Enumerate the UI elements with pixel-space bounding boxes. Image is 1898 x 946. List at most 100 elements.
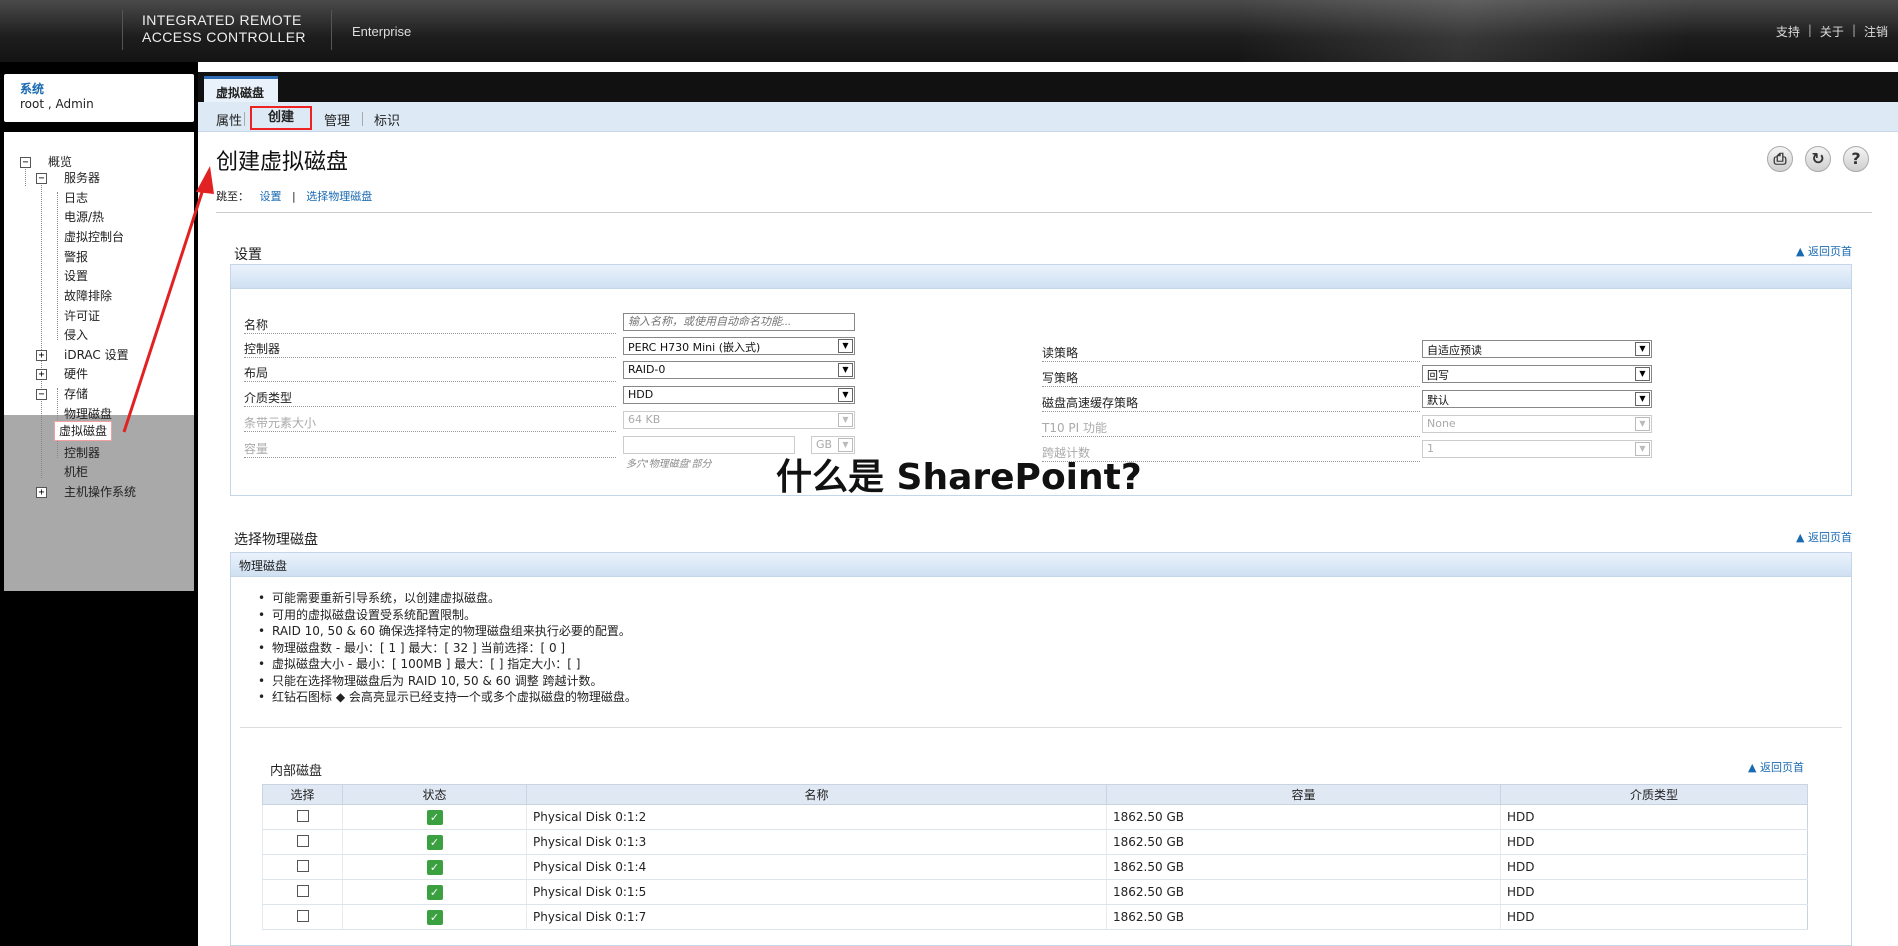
table-row: ✓ Physical Disk 0:1:3 1862.50 GB HDD bbox=[262, 829, 1808, 855]
stripe-size-select: 64 KB ▼ bbox=[623, 411, 855, 429]
tree-node-alerts[interactable]: 警报 bbox=[64, 248, 88, 266]
tree-line bbox=[57, 192, 58, 340]
write-policy-select[interactable]: 回写 ▼ bbox=[1422, 365, 1652, 383]
subtab-manage[interactable]: 管理 bbox=[324, 110, 350, 129]
note-item: 只能在选择物理磁盘后为 RAID 10, 50 & 60 调整 跨越计数。 bbox=[258, 673, 637, 690]
collapse-icon[interactable]: − bbox=[20, 157, 31, 168]
support-link[interactable]: 支持 bbox=[1776, 23, 1800, 40]
jump-link-settings[interactable]: 设置 bbox=[260, 190, 282, 203]
expand-icon[interactable]: + bbox=[36, 487, 47, 498]
internal-disks-table: 选择 状态 名称 容量 介质类型 ✓ Physical Disk 0:1:2 1… bbox=[262, 784, 1808, 930]
tree-node-licenses[interactable]: 许可证 bbox=[64, 307, 100, 325]
subtab-create[interactable]: 创建 bbox=[250, 106, 312, 130]
tab-strip bbox=[198, 72, 1898, 102]
back-to-top-label: 返回页首 bbox=[1807, 531, 1852, 544]
print-icon[interactable]: ⎙ bbox=[1767, 146, 1793, 172]
t10-pi-value: None bbox=[1427, 417, 1456, 430]
disk-name: Physical Disk 0:1:4 bbox=[526, 854, 1107, 880]
back-to-top-label: 返回页首 bbox=[1759, 761, 1804, 774]
tree-node-intrusion[interactable]: 侵入 bbox=[64, 326, 88, 344]
tree-node-troubleshooting[interactable]: 故障排除 bbox=[64, 287, 112, 305]
collapse-icon[interactable]: − bbox=[36, 389, 47, 400]
disk-media: HDD bbox=[1500, 829, 1808, 855]
chevron-down-icon: ▼ bbox=[1635, 342, 1650, 356]
note-item: 物理磁盘数 - 最小：[ 1 ] 最大：[ 32 ] 当前选择：[ 0 ] bbox=[258, 640, 637, 657]
tab-virtual-disks[interactable]: 虚拟磁盘 bbox=[204, 76, 278, 102]
read-policy-select[interactable]: 自适应预读 ▼ bbox=[1422, 340, 1652, 358]
table-row: ✓ Physical Disk 0:1:7 1862.50 GB HDD bbox=[262, 904, 1808, 930]
tree-node-log[interactable]: 日志 bbox=[64, 189, 88, 207]
tree-node-settings[interactable]: 设置 bbox=[64, 267, 88, 285]
tree-node-hardware[interactable]: 硬件 bbox=[64, 365, 88, 383]
up-arrow-icon: ▲ bbox=[1796, 245, 1805, 258]
table-row: ✓ Physical Disk 0:1:2 1862.50 GB HDD bbox=[262, 804, 1808, 830]
span-count-select: 1 ▼ bbox=[1422, 440, 1652, 458]
chevron-down-icon: ▼ bbox=[838, 363, 853, 377]
table-row: ✓ Physical Disk 0:1:5 1862.50 GB HDD bbox=[262, 879, 1808, 905]
controller-select[interactable]: PERC H730 Mini (嵌入式) ▼ bbox=[623, 337, 855, 355]
back-to-top-link[interactable]: ▲ 返回页首 bbox=[1748, 759, 1804, 775]
tree-node-power[interactable]: 电源/热 bbox=[64, 208, 104, 226]
subtab-properties[interactable]: 属性 bbox=[216, 110, 242, 129]
back-to-top-link[interactable]: ▲ 返回页首 bbox=[1796, 529, 1852, 545]
tree-node-enclosures[interactable]: 机柜 bbox=[64, 463, 88, 481]
system-title[interactable]: 系统 bbox=[20, 80, 194, 97]
disk-cache-policy-select[interactable]: 默认 ▼ bbox=[1422, 390, 1652, 408]
disk-name: Physical Disk 0:1:5 bbox=[526, 879, 1107, 905]
about-link[interactable]: 关于 bbox=[1820, 23, 1844, 40]
tree-node-virtual-disks[interactable]: 虚拟磁盘 bbox=[54, 421, 113, 441]
note-item: RAID 10, 50 & 60 确保选择特定的物理磁盘组来执行必要的配置。 bbox=[258, 623, 637, 640]
status-ok-icon: ✓ bbox=[426, 834, 443, 850]
physical-section-title: 选择物理磁盘 bbox=[234, 532, 318, 548]
layout-select[interactable]: RAID-0 ▼ bbox=[623, 361, 855, 379]
select-checkbox[interactable] bbox=[296, 909, 309, 922]
col-select: 选择 bbox=[262, 784, 343, 805]
page-title: 创建虚拟磁盘 bbox=[216, 150, 349, 175]
tree-node-storage[interactable]: 存储 bbox=[64, 385, 88, 403]
subtab-identify[interactable]: 标识 bbox=[374, 110, 400, 129]
divider bbox=[240, 727, 1842, 728]
status-ok-icon: ✓ bbox=[426, 859, 443, 875]
expand-icon[interactable]: + bbox=[36, 350, 47, 361]
select-checkbox[interactable] bbox=[296, 809, 309, 822]
refresh-icon[interactable]: ↻ bbox=[1805, 146, 1831, 172]
logout-link[interactable]: 注销 bbox=[1864, 23, 1888, 40]
disk-media: HDD bbox=[1500, 879, 1808, 905]
jump-to-label: 跳至： bbox=[216, 190, 249, 203]
note-item: 红钻石图标 ◆ 会高亮显示已经支持一个或多个虚拟磁盘的物理磁盘。 bbox=[258, 689, 637, 706]
collapse-icon[interactable]: − bbox=[36, 173, 47, 184]
disk-capacity: 1862.50 GB bbox=[1106, 904, 1501, 930]
settings-panel-header bbox=[231, 265, 1851, 289]
col-capacity: 容量 bbox=[1106, 784, 1501, 805]
tree-node-host-os[interactable]: 主机操作系统 bbox=[64, 483, 136, 501]
chevron-down-icon: ▼ bbox=[838, 388, 853, 402]
layout-value: RAID-0 bbox=[628, 363, 666, 376]
up-arrow-icon: ▲ bbox=[1796, 531, 1805, 544]
span-count-value: 1 bbox=[1427, 442, 1434, 455]
tree-node-controllers[interactable]: 控制器 bbox=[64, 444, 100, 462]
t10-pi-label: T10 PI 功能 bbox=[1042, 419, 1420, 437]
select-checkbox[interactable] bbox=[296, 884, 309, 897]
media-type-select[interactable]: HDD ▼ bbox=[623, 386, 855, 404]
back-to-top-link[interactable]: ▲ 返回页首 bbox=[1796, 243, 1852, 259]
status-ok-icon: ✓ bbox=[426, 909, 443, 925]
tree-node-virtual-console[interactable]: 虚拟控制台 bbox=[64, 228, 124, 246]
internal-disks-title: 内部磁盘 bbox=[270, 764, 323, 779]
select-checkbox[interactable] bbox=[296, 859, 309, 872]
help-icon[interactable]: ? bbox=[1843, 146, 1869, 172]
chevron-down-icon: ▼ bbox=[1635, 392, 1650, 406]
tree-node-server[interactable]: 服务器 bbox=[64, 169, 100, 187]
jump-link-select-physical[interactable]: 选择物理磁盘 bbox=[306, 190, 372, 203]
table-header-row: 选择 状态 名称 容量 介质类型 bbox=[262, 784, 1808, 805]
write-policy-value: 回写 bbox=[1427, 369, 1449, 382]
name-input[interactable] bbox=[623, 313, 855, 331]
chevron-down-icon: ▼ bbox=[1635, 417, 1650, 431]
settings-section-title: 设置 bbox=[234, 247, 262, 263]
col-name: 名称 bbox=[526, 784, 1107, 805]
select-checkbox[interactable] bbox=[296, 834, 309, 847]
back-to-top-label: 返回页首 bbox=[1807, 245, 1852, 258]
overlay-caption: 什么是 SharePoint? bbox=[776, 457, 1142, 498]
read-policy-label: 读策略 bbox=[1042, 344, 1420, 362]
expand-icon[interactable]: + bbox=[36, 369, 47, 380]
tree-node-idrac-settings[interactable]: iDRAC 设置 bbox=[64, 346, 129, 364]
